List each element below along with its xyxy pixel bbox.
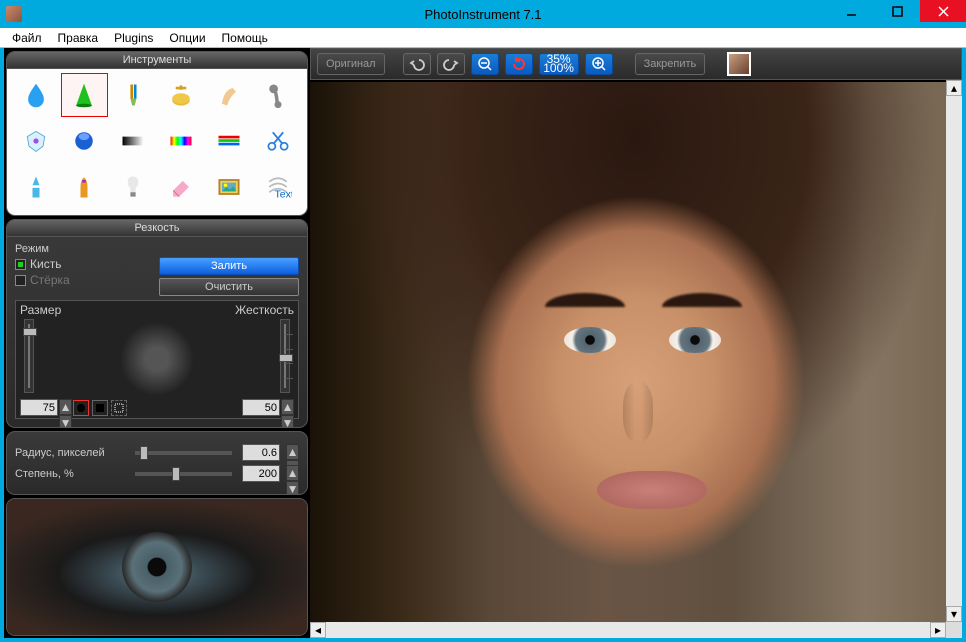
radius-input[interactable]: 0.6: [242, 444, 280, 461]
svg-text:Text: Text: [274, 189, 292, 201]
app-icon: [6, 6, 22, 22]
menu-file[interactable]: Файл: [4, 29, 50, 47]
tool-hue[interactable]: [158, 119, 204, 163]
menu-help[interactable]: Помощь: [214, 29, 276, 47]
hardness-slider[interactable]: [280, 319, 290, 393]
mode-eraser-radio[interactable]: Стёрка: [15, 273, 70, 287]
menu-plugins[interactable]: Plugins: [106, 29, 161, 47]
brush-shape-circle[interactable]: [73, 400, 89, 416]
minimize-button[interactable]: [828, 0, 874, 22]
tool-eraser[interactable]: [158, 165, 204, 209]
original-button[interactable]: Оригинал: [317, 53, 385, 75]
tools-panel-header: Инструменты: [7, 52, 307, 69]
brush-settings: Размер Жесткость: [15, 300, 299, 419]
hardness-input[interactable]: 50: [242, 399, 280, 416]
maximize-button[interactable]: [874, 0, 920, 22]
mode-brush-label: Кисть: [30, 257, 61, 271]
mode-brush-radio[interactable]: Кисть: [15, 257, 70, 271]
tool-burn[interactable]: [61, 165, 107, 209]
size-spinner[interactable]: ▲▼: [59, 399, 72, 416]
photo-image: [310, 82, 962, 638]
scroll-left-icon[interactable]: ◂: [310, 622, 326, 638]
size-input[interactable]: 75: [20, 399, 58, 416]
tool-glow[interactable]: [61, 119, 107, 163]
hardness-label: Жесткость: [235, 303, 294, 317]
zoom-display[interactable]: 35% 100%: [539, 53, 579, 75]
workspace: Инструменты: [4, 48, 962, 638]
brush-preview: [38, 319, 276, 399]
clear-button[interactable]: Очистить: [159, 278, 299, 296]
brush-shape-square[interactable]: [92, 400, 108, 416]
preview-image[interactable]: [7, 499, 307, 635]
tool-smudge[interactable]: [206, 73, 252, 117]
amount-input[interactable]: 200: [242, 465, 280, 482]
top-toolbar: Оригинал 35% 100% Закрепить: [310, 48, 962, 80]
tool-brush[interactable]: [110, 73, 156, 117]
tools-panel: Инструменты: [6, 51, 308, 216]
titlebar: PhotoInstrument 7.1: [0, 0, 966, 28]
sharpen-panel-header: Резкость: [7, 220, 307, 237]
sharpen-panel: Резкость Режим Кисть Стёрка Залить Очист…: [6, 219, 308, 428]
right-column: Оригинал 35% 100% Закрепить: [310, 48, 962, 638]
close-button[interactable]: [920, 0, 966, 22]
canvas[interactable]: [310, 82, 962, 638]
size-label: Размер: [20, 303, 61, 317]
redo-button[interactable]: [437, 53, 465, 75]
radius-slider[interactable]: [135, 451, 232, 455]
scroll-up-icon[interactable]: ▴: [946, 80, 962, 96]
fix-button[interactable]: Закрепить: [635, 53, 706, 75]
undo-button[interactable]: [403, 53, 431, 75]
scroll-corner: [946, 622, 962, 638]
tool-blur[interactable]: [13, 73, 59, 117]
amount-label: Степень, %: [15, 468, 125, 480]
amount-spinner[interactable]: ▲▼: [286, 465, 299, 482]
tool-scissors[interactable]: [255, 119, 301, 163]
tool-sharpen[interactable]: [61, 73, 107, 117]
mode-eraser-label: Стёрка: [30, 273, 70, 287]
scroll-down-icon[interactable]: ▾: [946, 606, 962, 622]
tool-levels[interactable]: [206, 119, 252, 163]
amount-slider[interactable]: [135, 472, 232, 476]
tool-text[interactable]: Text: [255, 165, 301, 209]
fill-button[interactable]: Залить: [159, 257, 299, 275]
preview-panel: [6, 498, 308, 636]
zoom-bottom: 100%: [543, 64, 574, 73]
rotate-button[interactable]: [505, 53, 533, 75]
tool-bulb[interactable]: [110, 165, 156, 209]
params-panel: Радиус, пикселей 0.6 ▲▼ Степень, % 200 ▲…: [6, 431, 308, 495]
menubar: Файл Правка Plugins Опции Помощь: [0, 28, 966, 48]
menu-edit[interactable]: Правка: [50, 29, 107, 47]
tool-gradient[interactable]: [110, 119, 156, 163]
horizontal-scrollbar[interactable]: ◂ ▸: [310, 622, 946, 638]
brush-shape-dotted[interactable]: [111, 400, 127, 416]
window-title: PhotoInstrument 7.1: [0, 7, 966, 22]
mode-label: Режим: [15, 243, 299, 255]
zoom-out-button[interactable]: [471, 53, 499, 75]
tools-grid: Text: [13, 73, 301, 209]
size-slider[interactable]: [24, 319, 34, 393]
tool-dodge[interactable]: [13, 165, 59, 209]
menu-options[interactable]: Опции: [161, 29, 213, 47]
left-column: Инструменты: [4, 48, 310, 638]
image-thumbnail[interactable]: [727, 52, 751, 76]
radius-spinner[interactable]: ▲▼: [286, 444, 299, 461]
tool-frame[interactable]: [206, 165, 252, 209]
tool-denoise[interactable]: [13, 119, 59, 163]
radius-label: Радиус, пикселей: [15, 447, 125, 459]
hardness-spinner[interactable]: ▲▼: [281, 399, 294, 416]
tool-clone[interactable]: [158, 73, 204, 117]
tool-liquify[interactable]: [255, 73, 301, 117]
vertical-scrollbar[interactable]: ▴ ▾: [946, 80, 962, 622]
zoom-in-button[interactable]: [585, 53, 613, 75]
scroll-right-icon[interactable]: ▸: [930, 622, 946, 638]
